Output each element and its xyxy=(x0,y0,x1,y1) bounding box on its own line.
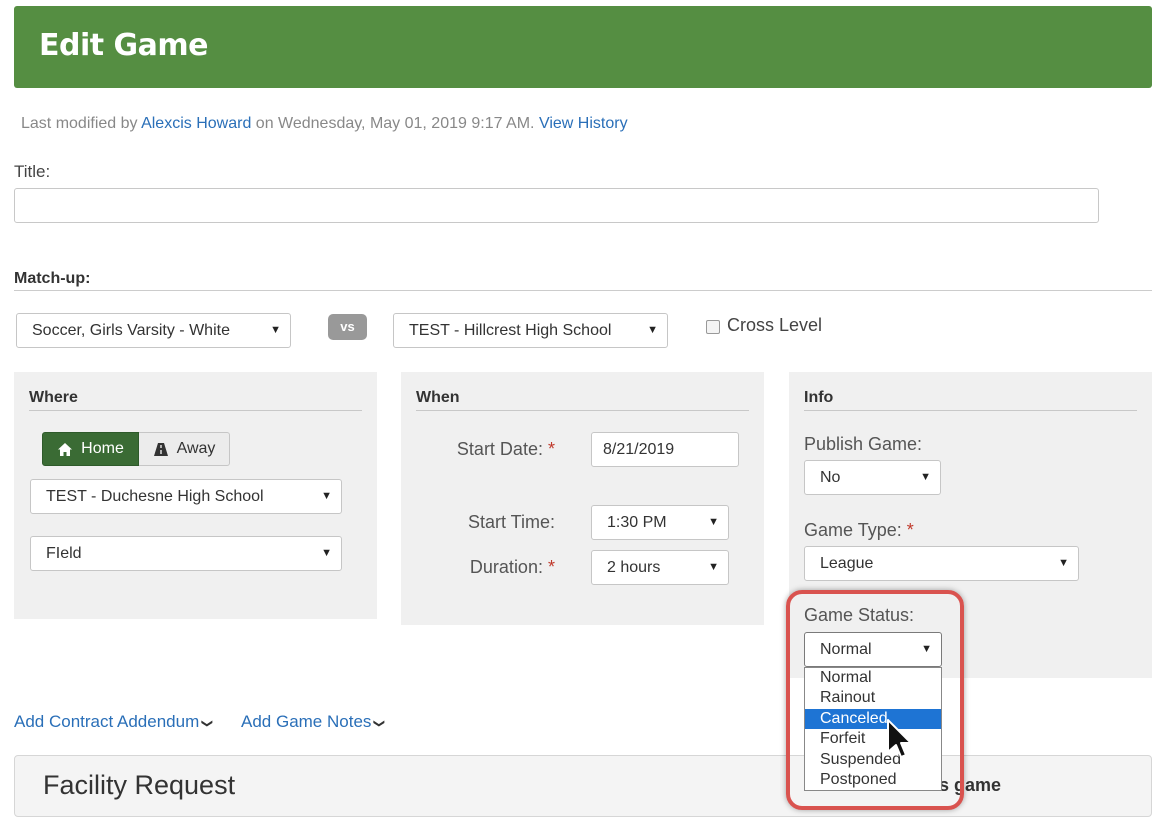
opponent-select[interactable]: TEST - Hillcrest High School ▼ xyxy=(393,313,668,348)
home-icon xyxy=(58,442,73,456)
publish-game-select[interactable]: No ▼ xyxy=(804,460,941,495)
page-header: Edit Game xyxy=(14,6,1152,88)
cross-level-label: Cross Level xyxy=(727,315,823,335)
chevron-down-icon: ❯ xyxy=(373,718,386,729)
location-select[interactable]: TEST - Duchesne High School ▼ xyxy=(30,479,342,514)
title-label: Title: xyxy=(14,162,51,181)
home-button[interactable]: Home xyxy=(42,432,139,466)
road-icon xyxy=(153,442,168,456)
facility-request-title: Facility Request xyxy=(43,770,236,800)
add-contract-addendum-label: Add Contract Addendum xyxy=(14,712,200,731)
start-time-select[interactable]: 1:30 PM ▼ xyxy=(591,505,729,540)
duration-select[interactable]: 2 hours ▼ xyxy=(591,550,729,585)
team-select[interactable]: Soccer, Girls Varsity - White ▼ xyxy=(16,313,291,348)
game-type-label: Game Type: * xyxy=(804,520,914,541)
game-type-value: League xyxy=(820,555,874,572)
view-history-link[interactable]: View History xyxy=(539,115,628,132)
facility-request-panel: Facility Request r this game xyxy=(14,755,1152,817)
matchup-divider xyxy=(14,290,1152,291)
where-title: Where xyxy=(29,389,78,406)
when-title: When xyxy=(416,389,460,406)
start-date-input[interactable]: 8/21/2019 xyxy=(591,432,739,467)
start-time-label: Start Time: xyxy=(467,512,555,532)
add-game-notes-link[interactable]: Add Game Notes ❯ xyxy=(241,712,386,732)
cross-level-checkbox[interactable] xyxy=(706,320,720,334)
when-rule xyxy=(416,410,749,411)
annotation-highlight-box xyxy=(786,590,964,810)
duration-label: Duration: * xyxy=(420,557,555,578)
away-button[interactable]: Away xyxy=(139,432,230,466)
duration-value: 2 hours xyxy=(607,559,661,576)
add-contract-addendum-link[interactable]: Add Contract Addendum ❯ xyxy=(14,712,214,732)
chevron-down-icon: ▼ xyxy=(708,516,719,528)
required-mark: * xyxy=(906,520,914,540)
publish-game-label: Publish Game: xyxy=(804,434,923,454)
mouse-pointer-icon xyxy=(887,719,912,758)
modified-date: on Wednesday, May 01, 2019 9:17 AM. xyxy=(255,115,535,132)
facility-select[interactable]: FIeld ▼ xyxy=(30,536,342,571)
facility-select-value: FIeld xyxy=(46,545,82,562)
add-game-notes-label: Add Game Notes xyxy=(241,712,372,731)
start-date-label-text: Start Date: xyxy=(456,439,543,459)
info-title: Info xyxy=(804,389,834,406)
vs-badge: vs xyxy=(328,314,367,340)
start-time-value: 1:30 PM xyxy=(607,514,667,531)
chevron-down-icon: ▼ xyxy=(920,471,931,483)
team-select-value: Soccer, Girls Varsity - White xyxy=(32,322,230,339)
start-date-label: Start Date: * xyxy=(420,439,555,460)
game-type-select[interactable]: League ▼ xyxy=(804,546,1079,581)
page-title: Edit Game xyxy=(39,28,209,63)
away-button-label: Away xyxy=(176,440,216,457)
modified-user-link[interactable]: Alexcis Howard xyxy=(141,115,251,132)
chevron-down-icon: ▼ xyxy=(321,547,332,559)
location-select-value: TEST - Duchesne High School xyxy=(46,488,264,505)
required-mark: * xyxy=(547,439,555,459)
modified-prefix: Last modified by xyxy=(21,115,138,132)
where-rule xyxy=(29,410,362,411)
game-type-label-text: Game Type: xyxy=(804,520,902,540)
home-away-toggle: Home Away xyxy=(42,432,230,466)
chevron-down-icon: ▼ xyxy=(647,324,658,336)
chevron-down-icon: ▼ xyxy=(1058,557,1069,569)
chevron-down-icon: ▼ xyxy=(270,324,281,336)
opponent-select-value: TEST - Hillcrest High School xyxy=(409,322,612,339)
chevron-down-icon: ❯ xyxy=(201,718,214,729)
info-rule xyxy=(804,410,1137,411)
chevron-down-icon: ▼ xyxy=(321,490,332,502)
home-button-label: Home xyxy=(81,440,124,457)
matchup-label: Match-up: xyxy=(14,270,91,287)
publish-game-value: No xyxy=(820,469,841,486)
required-mark: * xyxy=(547,557,555,577)
last-modified-info: Last modified by Alexcis Howard on Wedne… xyxy=(21,115,628,133)
title-input[interactable] xyxy=(14,188,1099,223)
duration-label-text: Duration: xyxy=(469,557,543,577)
chevron-down-icon: ▼ xyxy=(708,561,719,573)
